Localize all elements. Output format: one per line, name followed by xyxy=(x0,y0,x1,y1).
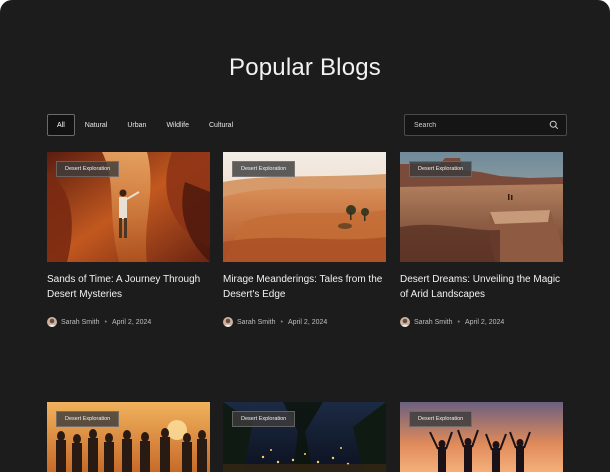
author-name: Sarah Smith xyxy=(414,318,453,326)
category-tag: Desert Exploration xyxy=(409,161,473,177)
blog-card[interactable]: Desert Exploration xyxy=(223,402,386,472)
blog-card-meta: Sarah Smith • April 2, 2024 xyxy=(47,317,210,327)
filter-wildlife[interactable]: Wildlife xyxy=(156,114,199,136)
search-box xyxy=(404,114,567,136)
author-name: Sarah Smith xyxy=(237,318,276,326)
filter-natural[interactable]: Natural xyxy=(75,114,118,136)
blog-card[interactable]: Desert Exploration Desert Dreams: Unveil… xyxy=(400,152,563,327)
blog-card-image[interactable]: Desert Exploration xyxy=(223,152,386,262)
blog-card[interactable]: Desert Exploration Sands of Time: A Jour… xyxy=(47,152,210,327)
filter-urban[interactable]: Urban xyxy=(117,114,156,136)
category-tag: Desert Exploration xyxy=(56,161,120,177)
category-tag: Desert Exploration xyxy=(409,411,473,427)
post-date: April 2, 2024 xyxy=(464,318,505,326)
blog-card-title[interactable]: Mirage Meanderings: Tales from the Deser… xyxy=(223,273,386,302)
page-title: Popular Blogs xyxy=(228,54,382,81)
avatar xyxy=(223,317,233,327)
search-icon[interactable] xyxy=(549,120,559,130)
blog-card[interactable]: Desert Exploration Mirage Meanderings: T… xyxy=(223,152,386,327)
blog-card-image[interactable]: Desert Exploration xyxy=(400,152,563,262)
filter-cultural[interactable]: Cultural xyxy=(199,114,243,136)
author-name: Sarah Smith xyxy=(61,318,100,326)
avatar xyxy=(47,317,57,327)
avatar xyxy=(400,317,410,327)
blog-card[interactable]: Desert Exploration xyxy=(400,402,563,472)
blog-card-meta: Sarah Smith • April 2, 2024 xyxy=(400,317,563,327)
blog-card-image[interactable]: Desert Exploration xyxy=(47,402,210,472)
separator-dot: • xyxy=(457,318,460,326)
blog-card-image[interactable]: Desert Exploration xyxy=(47,152,210,262)
blog-card-title[interactable]: Sands of Time: A Journey Through Desert … xyxy=(47,273,210,302)
blog-card-image[interactable]: Desert Exploration xyxy=(400,402,563,472)
separator-dot: • xyxy=(280,318,283,326)
category-filters: All Natural Urban Wildlife Cultural xyxy=(47,114,243,136)
category-tag: Desert Exploration xyxy=(232,161,296,177)
search-input[interactable] xyxy=(414,121,534,129)
blog-card[interactable]: Desert Exploration xyxy=(47,402,210,472)
blog-card-title[interactable]: Desert Dreams: Unveiling the Magic of Ar… xyxy=(400,273,563,302)
category-tag: Desert Exploration xyxy=(232,411,296,427)
post-date: April 2, 2024 xyxy=(111,318,152,326)
blog-page: Popular Blogs All Natural Urban Wildlife… xyxy=(0,0,610,472)
separator-dot: • xyxy=(104,318,107,326)
category-tag: Desert Exploration xyxy=(56,411,120,427)
filter-all[interactable]: All xyxy=(47,114,75,136)
post-date: April 2, 2024 xyxy=(287,318,328,326)
blog-card-meta: Sarah Smith • April 2, 2024 xyxy=(223,317,386,327)
blog-card-image[interactable]: Desert Exploration xyxy=(223,402,386,472)
